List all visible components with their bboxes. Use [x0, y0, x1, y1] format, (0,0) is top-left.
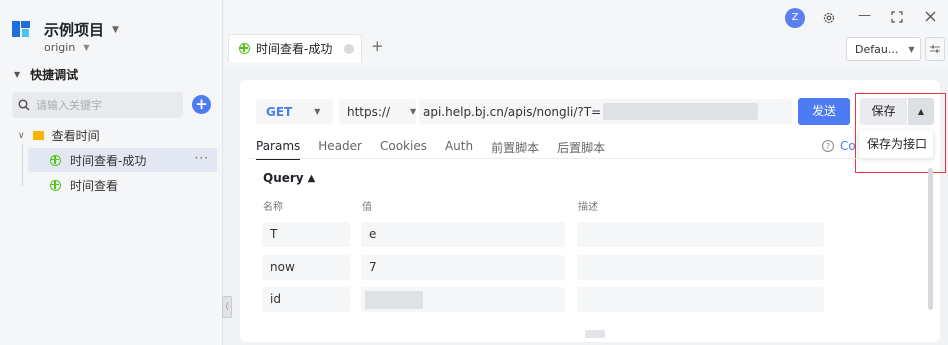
- search-box: [12, 92, 183, 118]
- column-value-header: 值: [362, 202, 372, 213]
- environment-select[interactable]: Defau... ▼: [846, 37, 921, 61]
- scrollbar[interactable]: [928, 168, 933, 310]
- tab-cookies[interactable]: Cookies: [380, 139, 427, 160]
- project-selector[interactable]: 示例项目 ▼: [44, 19, 119, 40]
- sidebar: 示例项目 ▼ origin ▼ ▼ 快捷调试 + ∨ 查看时间 时间查看-成功 …: [0, 0, 223, 345]
- search-icon: [18, 99, 30, 111]
- url-value: api.help.bj.cn/apis/nongli/?T=: [423, 104, 602, 119]
- send-button[interactable]: 发送: [798, 98, 850, 125]
- code-link-label: Co: [840, 139, 856, 153]
- protocol-value: https://: [347, 104, 391, 119]
- sliders-icon: [930, 45, 940, 53]
- protocol-select[interactable]: https:// ▼: [339, 99, 416, 124]
- param-name-input[interactable]: id: [262, 287, 350, 312]
- param-desc-input[interactable]: [577, 287, 824, 312]
- param-name-input[interactable]: now: [262, 255, 350, 280]
- query-title: Query ▲: [263, 171, 315, 185]
- tab-auth[interactable]: Auth: [445, 139, 473, 160]
- caret-down-icon: ▼: [14, 70, 21, 79]
- tab-pre-script[interactable]: 前置脚本: [491, 139, 539, 160]
- settings-icon[interactable]: [823, 12, 835, 24]
- add-button[interactable]: +: [192, 95, 211, 114]
- more-icon[interactable]: ···: [195, 151, 209, 165]
- branch-selector[interactable]: origin ▼: [44, 41, 89, 54]
- column-name-header: 名称: [263, 202, 283, 213]
- section-title: 快捷调试: [30, 68, 79, 82]
- tab-label: 时间查看-成功: [256, 42, 333, 56]
- url-input[interactable]: api.help.bj.cn/apis/nongli/?T=: [419, 99, 792, 124]
- tab-header[interactable]: Header: [318, 139, 362, 160]
- caret-down-icon: ▼: [908, 44, 915, 54]
- api-icon: [50, 154, 61, 166]
- caret-down-icon: ▼: [83, 43, 90, 52]
- save-as-api-menu-item[interactable]: 保存为接口: [859, 130, 933, 158]
- warning-icon: ▲: [307, 172, 316, 184]
- tab-params[interactable]: Params: [256, 139, 301, 160]
- sidebar-collapse-handle[interactable]: ⟨: [222, 296, 232, 318]
- tab-request[interactable]: 时间查看-成功: [228, 34, 362, 62]
- search-input[interactable]: [36, 98, 176, 112]
- caret-down-icon: ▼: [112, 24, 119, 35]
- sidebar-item-active[interactable]: 时间查看-成功 ···: [28, 148, 217, 172]
- code-link[interactable]: ? Co: [822, 139, 856, 153]
- avatar[interactable]: Z: [785, 8, 805, 28]
- tab-post-script[interactable]: 后置脚本: [557, 139, 605, 160]
- url-redacted: [603, 103, 759, 120]
- environment-value: Defau...: [855, 42, 899, 56]
- api-icon: [239, 43, 250, 54]
- param-name-input[interactable]: T: [262, 222, 350, 247]
- method-select[interactable]: GET ▼: [256, 99, 333, 124]
- tab-close-icon[interactable]: [344, 43, 355, 54]
- branch-name: origin: [44, 41, 76, 54]
- add-tab-icon[interactable]: +: [371, 37, 384, 55]
- tree-guide-line: [22, 144, 23, 186]
- minimize-icon[interactable]: —: [858, 8, 871, 23]
- sidebar-item-label: 时间查看: [70, 178, 119, 193]
- panel-resize-handle[interactable]: [585, 330, 605, 338]
- help-icon: ?: [822, 140, 834, 152]
- query-label: Query: [263, 171, 304, 185]
- folder-label: 查看时间: [51, 129, 100, 143]
- request-subtabs: Params Header Cookies Auth 前置脚本 后置脚本: [256, 139, 623, 160]
- app-logo-icon: [12, 21, 30, 37]
- caret-down-icon: ▼: [314, 107, 321, 116]
- folder-icon: [32, 131, 44, 140]
- quick-debug-section[interactable]: ▼ 快捷调试: [14, 66, 78, 83]
- chevron-down-icon: ∨: [18, 130, 25, 141]
- close-window-icon[interactable]: [925, 11, 936, 22]
- environment-settings-button[interactable]: [925, 37, 945, 61]
- column-desc-header: 描述: [578, 202, 598, 213]
- caret-down-icon: ▼: [410, 107, 417, 116]
- folder-item[interactable]: ∨ 查看时间: [18, 127, 100, 144]
- project-name: 示例项目: [44, 21, 105, 39]
- method-value: GET: [266, 104, 293, 119]
- sidebar-item[interactable]: 时间查看: [28, 173, 217, 197]
- maximize-icon[interactable]: [891, 11, 903, 23]
- param-value-input-redacted[interactable]: [361, 287, 565, 312]
- divider: [248, 158, 932, 159]
- api-icon: [50, 179, 61, 191]
- param-value-input[interactable]: 7: [361, 255, 565, 280]
- param-desc-input[interactable]: [577, 222, 824, 247]
- param-value-input[interactable]: e: [361, 222, 565, 247]
- param-desc-input[interactable]: [577, 255, 824, 280]
- sidebar-item-label: 时间查看-成功: [70, 153, 147, 168]
